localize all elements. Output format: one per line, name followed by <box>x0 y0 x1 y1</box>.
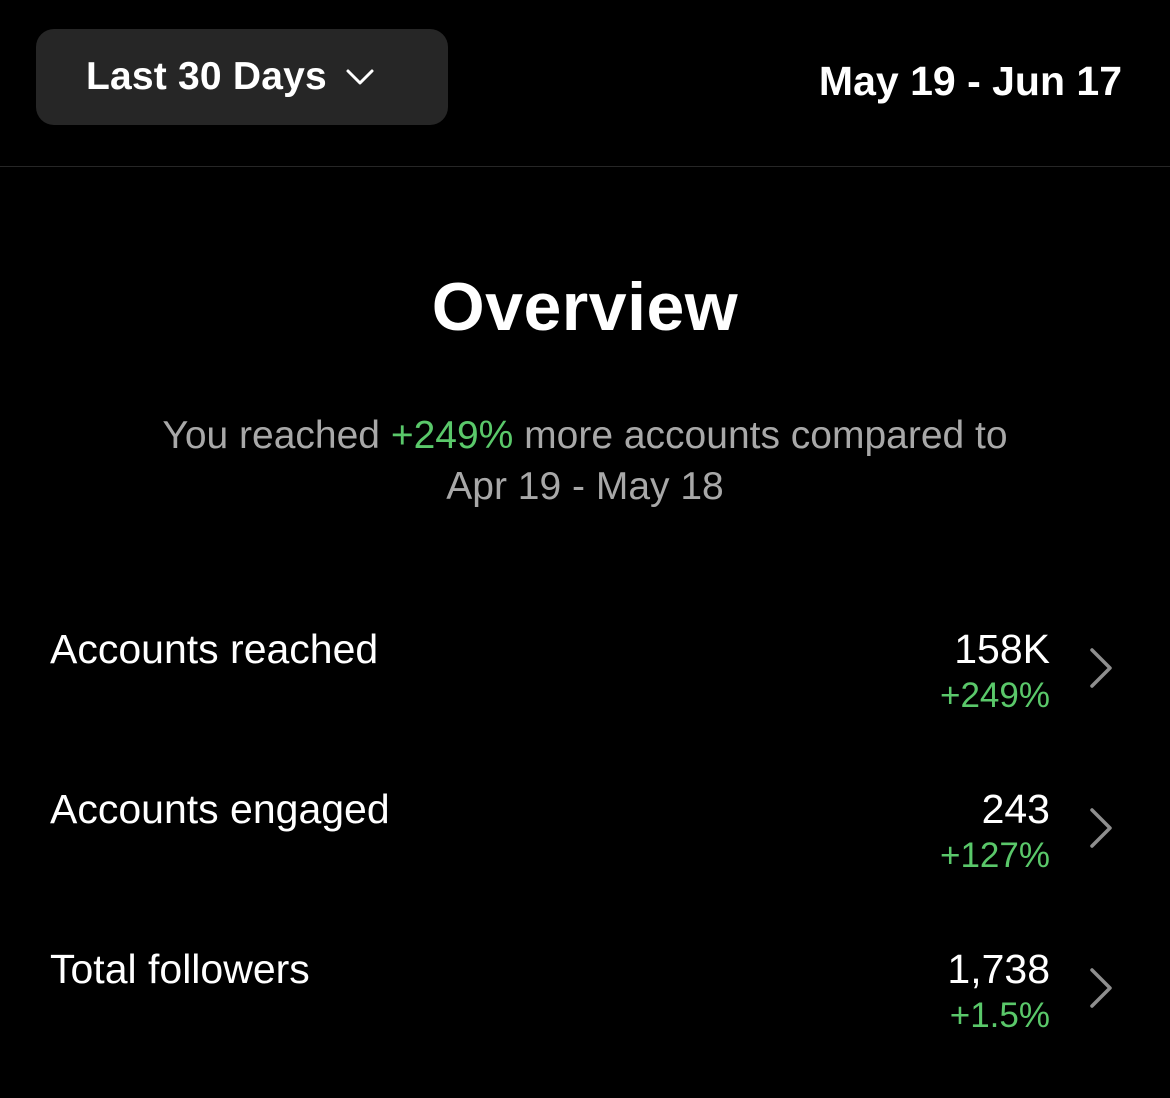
metric-change: +249% <box>940 676 1050 715</box>
metric-value: 243 <box>981 786 1050 832</box>
date-range-dropdown-button[interactable]: Last 30 Days <box>36 29 448 125</box>
summary-prefix: You reached <box>162 414 391 457</box>
summary-percent-change: +249% <box>390 414 514 457</box>
summary-suffix: more accounts compared to <box>513 414 1008 457</box>
metric-label: Total followers <box>50 946 310 992</box>
summary-comparison-range: Apr 19 - May 18 <box>446 465 724 508</box>
chevron-right-icon <box>1090 648 1112 688</box>
metric-row-accounts-reached[interactable]: Accounts reached 158K +249% <box>0 626 1170 736</box>
metric-label: Accounts reached <box>50 626 379 672</box>
metric-row-accounts-engaged[interactable]: Accounts engaged 243 +127% <box>0 786 1170 896</box>
metric-label: Accounts engaged <box>50 786 390 832</box>
metric-value: 1,738 <box>947 946 1050 992</box>
overview-summary: You reached +249% more accounts compared… <box>85 410 1085 512</box>
chevron-right-icon <box>1090 968 1112 1008</box>
metric-change: +1.5% <box>949 996 1050 1035</box>
current-date-range: May 19 - Jun 17 <box>818 58 1122 104</box>
metric-change: +127% <box>940 836 1050 875</box>
chevron-right-icon <box>1090 808 1112 848</box>
metric-row-total-followers[interactable]: Total followers 1,738 +1.5% <box>0 946 1170 1056</box>
overview-title: Overview <box>431 269 739 345</box>
metric-value: 158K <box>954 626 1050 672</box>
top-bar: Last 30 Days May 19 - Jun 17 <box>0 0 1170 167</box>
date-range-dropdown-label: Last 30 Days <box>86 55 327 98</box>
chevron-down-icon <box>346 69 374 85</box>
